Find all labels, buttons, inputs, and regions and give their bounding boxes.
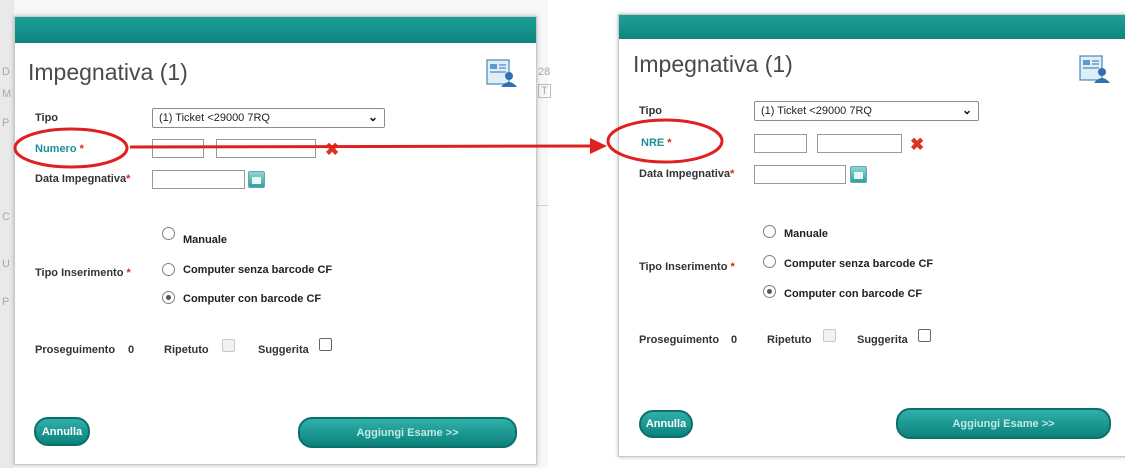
highlight-ellipse-left <box>13 127 129 169</box>
annotation-arrow-line <box>129 144 595 149</box>
annotation-arrow-head <box>590 138 607 154</box>
annotation-overlay <box>13 118 724 169</box>
highlight-ellipse-right <box>606 118 724 164</box>
